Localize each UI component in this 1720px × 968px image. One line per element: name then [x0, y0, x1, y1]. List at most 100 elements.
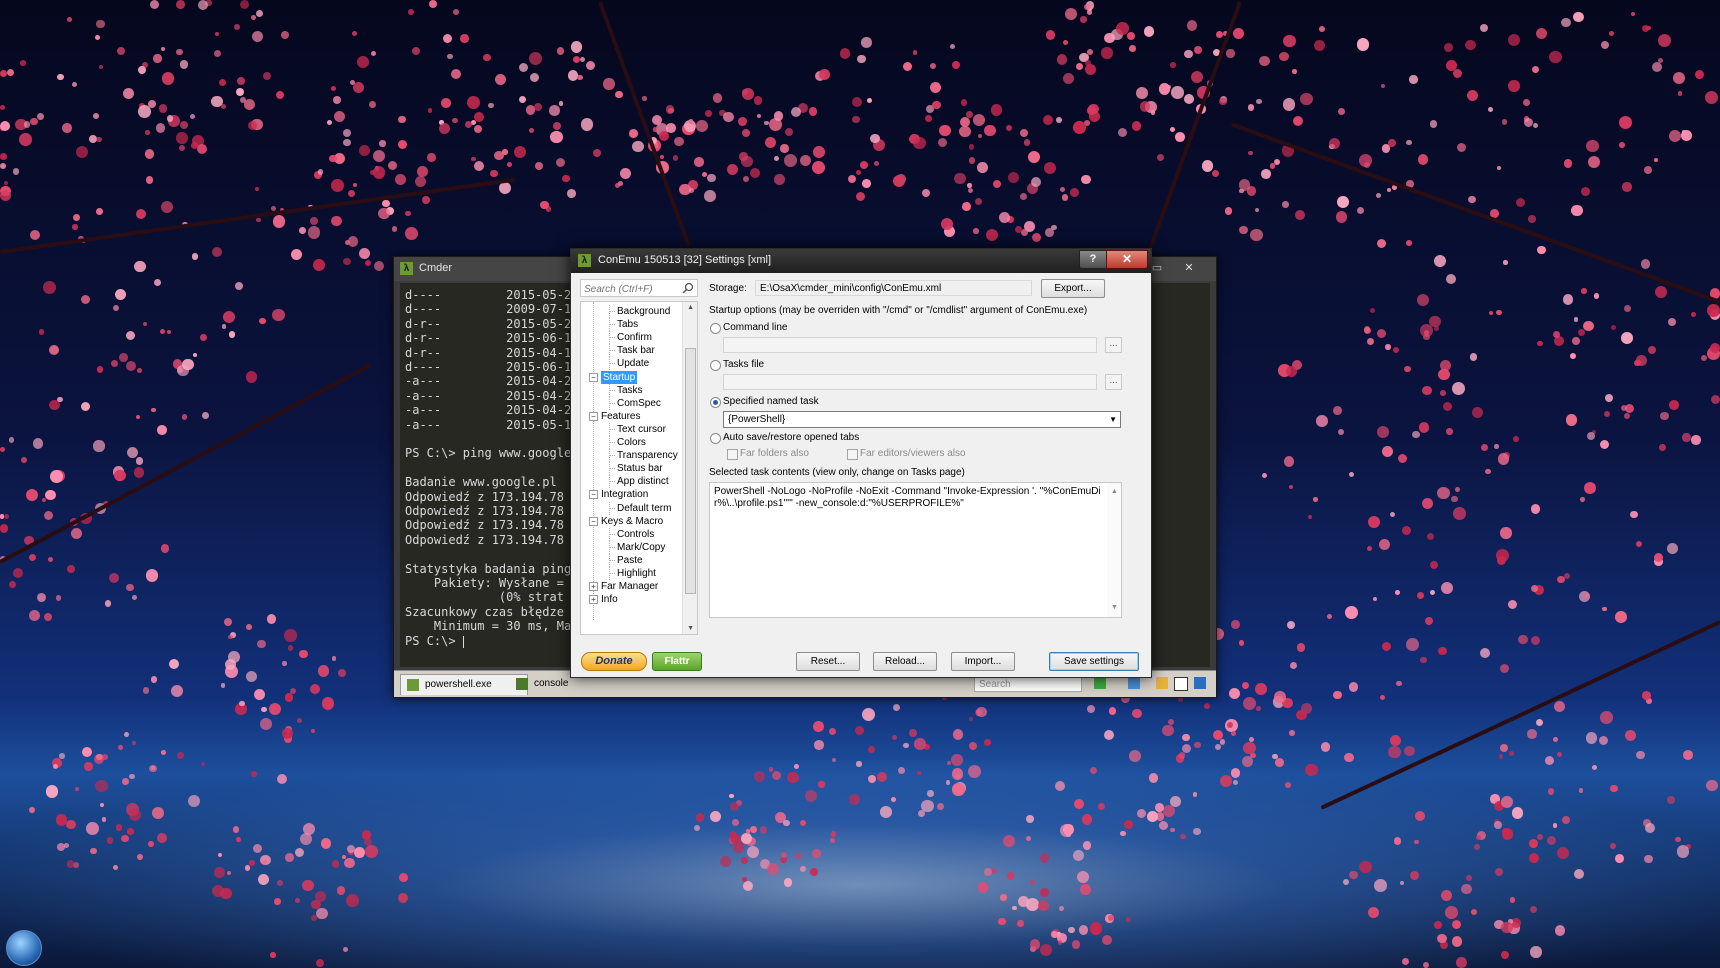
save-settings-button[interactable]: Save settings [1049, 652, 1139, 671]
console-line: PS C:\> ping www.google [405, 446, 572, 461]
settings-search-input[interactable] [581, 280, 680, 298]
blossom [1433, 255, 1446, 268]
named-task-radio[interactable] [710, 397, 721, 408]
tree-item-far-manager[interactable]: Far Manager [601, 580, 658, 593]
scroll-up-icon[interactable]: ▲ [1111, 486, 1118, 498]
console-line: Szacunkowy czas błędze [405, 604, 564, 619]
tree-item-tabs[interactable]: Tabs [617, 318, 638, 331]
blossom [1385, 344, 1391, 350]
help-button[interactable]: ? [1079, 250, 1107, 269]
tree-item-colors[interactable]: Colors [617, 436, 646, 449]
close-button[interactable]: ✕ [1106, 250, 1148, 269]
blossom [1063, 39, 1069, 45]
tree-item-tasks[interactable]: Tasks [617, 384, 643, 397]
tab-powershell[interactable]: powershell.exe [400, 674, 528, 695]
blossom [218, 78, 226, 87]
blossom [294, 847, 305, 858]
tree-item-startup[interactable]: Startup [601, 370, 638, 384]
reload-button[interactable]: Reload... [873, 652, 937, 671]
cmdline-radio[interactable] [710, 323, 721, 334]
scroll-down-icon[interactable]: ▼ [687, 625, 694, 632]
tree-item-controls[interactable]: Controls [617, 528, 654, 541]
scroll-thumb[interactable] [685, 348, 696, 594]
tree-item-default-term[interactable]: Default term [617, 502, 671, 515]
blossom [1475, 834, 1482, 841]
tree-item-paste[interactable]: Paste [617, 554, 643, 567]
cmdline-browse-button[interactable]: ... [1105, 337, 1122, 353]
donate-button[interactable]: Donate [581, 652, 647, 671]
tree-scrollbar[interactable]: ▲ ▼ [682, 302, 697, 634]
tree-item-keys-macro[interactable]: Keys & Macro [601, 515, 663, 528]
far-editors-checkbox[interactable] [847, 449, 858, 460]
blossom [296, 717, 303, 724]
blossom [1379, 539, 1391, 551]
import-button[interactable]: Import... [951, 652, 1015, 671]
flattr-button[interactable]: Flattr [652, 652, 702, 671]
reset-button[interactable]: Reset... [796, 652, 860, 671]
settings-titlebar[interactable]: λ ConEmu 150513 [32] Settings [xml] ? ✕ [571, 249, 1151, 273]
collapse-icon[interactable]: − [589, 411, 598, 421]
blossom [1283, 34, 1296, 48]
expand-icon[interactable]: + [589, 595, 598, 605]
blossom [804, 790, 817, 803]
blossom [642, 96, 647, 101]
blossom [1239, 225, 1248, 235]
blossom [86, 821, 100, 835]
collapse-icon[interactable]: − [589, 516, 598, 526]
tree-item-status-bar[interactable]: Status bar [617, 462, 663, 475]
tree-item-text-cursor[interactable]: Text cursor [617, 423, 666, 436]
tasksfile-radio[interactable] [710, 360, 721, 371]
blossom [1497, 555, 1507, 566]
tree-item-highlight[interactable]: Highlight [617, 567, 656, 580]
menu-icon[interactable] [1194, 677, 1206, 689]
autosave-radio[interactable] [710, 433, 721, 444]
window-icon[interactable] [1174, 677, 1188, 691]
settings-search[interactable] [580, 279, 698, 298]
blossom [1292, 69, 1297, 75]
tree-item-task-bar[interactable]: Task bar [617, 344, 655, 357]
task-contents-scrollbar[interactable]: ▲ ▼ [1107, 483, 1121, 617]
tree-item-app-distinct[interactable]: App distinct [617, 475, 669, 488]
cmdline-field[interactable] [723, 337, 1097, 353]
blossom [1499, 743, 1508, 752]
collapse-icon[interactable]: − [589, 490, 598, 500]
start-button-icon[interactable] [6, 930, 42, 966]
expand-icon[interactable]: + [589, 582, 598, 592]
new-console-icon[interactable] [1094, 677, 1106, 689]
blossom [317, 169, 324, 175]
blossom [1570, 204, 1583, 217]
tasksfile-field[interactable] [723, 374, 1097, 390]
tree-item-update[interactable]: Update [617, 357, 649, 370]
far-folders-checkbox[interactable] [727, 449, 738, 460]
lock-icon[interactable] [1156, 677, 1168, 689]
tree-item-confirm[interactable]: Confirm [617, 331, 652, 344]
blossom [1453, 506, 1467, 520]
collapse-icon[interactable]: − [589, 372, 598, 382]
blossom [405, 211, 411, 217]
tree-item-background[interactable]: Background [617, 305, 670, 318]
blossom [809, 867, 818, 876]
scroll-up-icon[interactable]: ▲ [687, 304, 694, 311]
settings-tree[interactable]: ▲ ▼ Background Tabs Confirm Task bar Update −… [580, 301, 698, 635]
split-icon[interactable] [1128, 677, 1140, 689]
blossom [573, 56, 581, 64]
blossom [892, 735, 898, 741]
blossom [1373, 596, 1378, 601]
tree-item-integration[interactable]: Integration [601, 488, 648, 501]
export-button[interactable]: Export... [1041, 279, 1105, 298]
blossom [1214, 744, 1221, 751]
blossom [969, 157, 976, 164]
tree-item-comspec[interactable]: ComSpec [617, 397, 661, 410]
tree-item-mark-copy[interactable]: Mark/Copy [617, 541, 665, 554]
tree-item-transparency[interactable]: Transparency [617, 449, 678, 462]
blossom [1315, 415, 1328, 427]
tasksfile-browse-button[interactable]: ... [1105, 374, 1122, 390]
blossom [1087, 49, 1094, 55]
tree-item-features[interactable]: Features [601, 410, 640, 423]
scroll-down-icon[interactable]: ▼ [1111, 602, 1118, 614]
task-contents-box[interactable]: PowerShell -NoLogo -NoProfile -NoExit -C… [709, 482, 1122, 618]
close-icon[interactable]: ✕ [1178, 259, 1200, 277]
tree-item-info[interactable]: Info [601, 593, 618, 606]
blossom [534, 161, 543, 170]
named-task-select[interactable]: {PowerShell} ▼ [723, 411, 1121, 428]
